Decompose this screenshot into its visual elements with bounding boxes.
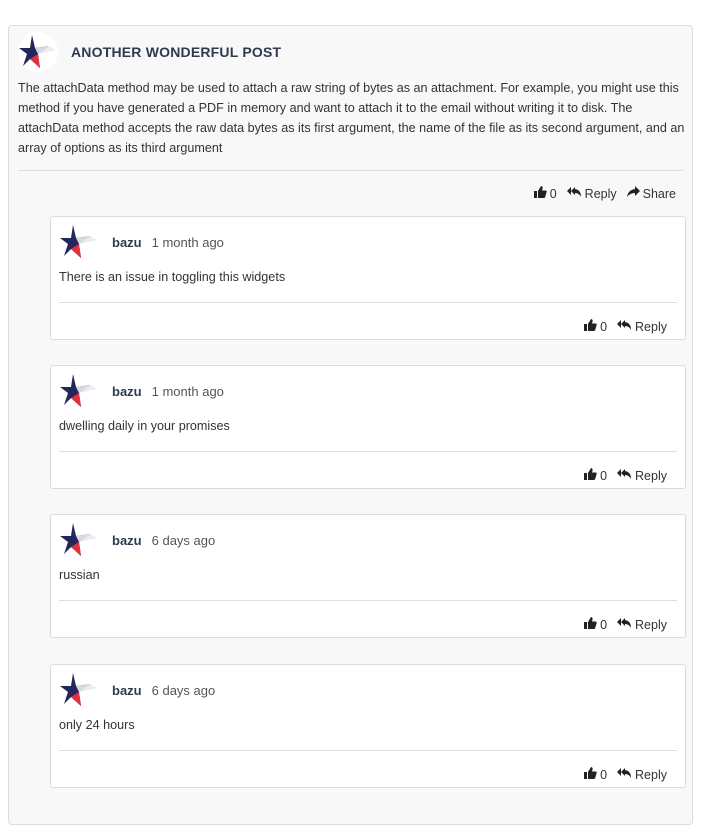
star-logo-icon bbox=[59, 670, 99, 710]
thumbs-up-icon bbox=[533, 186, 547, 201]
comment-header: bazu 6 days ago bbox=[59, 670, 215, 710]
comment-like-count: 0 bbox=[600, 468, 608, 483]
comment-like-count: 0 bbox=[600, 767, 608, 782]
comment-like-button[interactable]: 0 bbox=[584, 468, 607, 483]
comment-author[interactable]: bazu bbox=[112, 683, 142, 698]
comment-like-count: 0 bbox=[600, 617, 608, 632]
comment-card: bazu 1 month ago dwelling daily in your … bbox=[50, 365, 686, 489]
comment-card: bazu 6 days ago russian 0 Reply bbox=[50, 514, 686, 638]
comment-header: bazu 6 days ago bbox=[59, 520, 215, 560]
share-icon bbox=[626, 186, 640, 201]
post-card: ANOTHER WONDERFUL POST The attachData me… bbox=[8, 25, 693, 825]
comment-timestamp: 1 month ago bbox=[151, 383, 224, 399]
reply-all-icon bbox=[617, 617, 632, 632]
post-body: The attachData method may be used to att… bbox=[18, 81, 685, 155]
post-share-button[interactable]: Share bbox=[626, 186, 676, 201]
comment-like-button[interactable]: 0 bbox=[584, 617, 607, 632]
comment-reply-label: Reply bbox=[635, 767, 667, 782]
comment-text: There is an issue in toggling this widge… bbox=[59, 270, 286, 284]
comment-actions: 0 Reply bbox=[584, 319, 667, 334]
reply-all-icon bbox=[617, 468, 632, 483]
thumbs-up-icon bbox=[584, 617, 597, 632]
comment-actions: 0 Reply bbox=[584, 617, 667, 632]
post-title: ANOTHER WONDERFUL POST bbox=[71, 44, 282, 60]
comment-header: bazu 1 month ago bbox=[59, 222, 224, 262]
comment-divider bbox=[59, 750, 677, 751]
comment-reply-button[interactable]: Reply bbox=[617, 617, 667, 632]
comment-like-count: 0 bbox=[600, 319, 608, 334]
avatar[interactable] bbox=[18, 32, 58, 72]
comment-timestamp: 6 days ago bbox=[151, 532, 216, 548]
reply-all-icon bbox=[617, 767, 632, 782]
star-logo-icon bbox=[59, 371, 99, 411]
comment-reply-button[interactable]: Reply bbox=[617, 319, 667, 334]
comment-author[interactable]: bazu bbox=[112, 384, 142, 399]
post-reply-button[interactable]: Reply bbox=[566, 186, 617, 201]
avatar[interactable] bbox=[59, 222, 99, 262]
comment-reply-button[interactable]: Reply bbox=[617, 468, 667, 483]
post-divider bbox=[18, 170, 683, 171]
comment-text: russian bbox=[59, 568, 100, 582]
reply-all-icon bbox=[566, 186, 582, 201]
comment-divider bbox=[59, 451, 677, 452]
reply-all-icon bbox=[617, 319, 632, 334]
comment-text: only 24 hours bbox=[59, 718, 135, 732]
star-logo-icon bbox=[59, 222, 99, 262]
comment-author[interactable]: bazu bbox=[112, 235, 142, 250]
comment-actions: 0 Reply bbox=[584, 468, 667, 483]
post-like-count: 0 bbox=[549, 186, 557, 201]
star-logo-icon bbox=[18, 32, 58, 72]
star-logo-icon bbox=[59, 520, 99, 560]
thumbs-up-icon bbox=[584, 468, 597, 483]
comment-timestamp: 6 days ago bbox=[151, 682, 216, 698]
comment-header: bazu 1 month ago bbox=[59, 371, 224, 411]
avatar[interactable] bbox=[59, 670, 99, 710]
comment-like-button[interactable]: 0 bbox=[584, 767, 607, 782]
comment-text: dwelling daily in your promises bbox=[59, 419, 230, 433]
comment-timestamp: 1 month ago bbox=[151, 234, 224, 250]
post-like-button[interactable]: 0 bbox=[533, 186, 557, 201]
thumbs-up-icon bbox=[584, 319, 597, 334]
avatar[interactable] bbox=[59, 371, 99, 411]
thumbs-up-icon bbox=[584, 767, 597, 782]
comment-card: bazu 6 days ago only 24 hours 0 Reply bbox=[50, 664, 686, 788]
post-share-label: Share bbox=[642, 186, 676, 201]
post-reply-label: Reply bbox=[584, 186, 617, 201]
comment-actions: 0 Reply bbox=[584, 767, 667, 782]
post-header: ANOTHER WONDERFUL POST bbox=[18, 31, 281, 73]
comment-divider bbox=[59, 302, 677, 303]
post-actions: 0 Reply Share bbox=[533, 186, 676, 201]
comment-divider bbox=[59, 600, 677, 601]
comment-author[interactable]: bazu bbox=[112, 533, 142, 548]
avatar[interactable] bbox=[59, 520, 99, 560]
comment-card: bazu 1 month ago There is an issue in to… bbox=[50, 216, 686, 340]
comment-reply-label: Reply bbox=[635, 617, 667, 632]
comment-like-button[interactable]: 0 bbox=[584, 319, 607, 334]
comment-reply-label: Reply bbox=[635, 319, 667, 334]
comment-reply-label: Reply bbox=[635, 468, 667, 483]
comment-reply-button[interactable]: Reply bbox=[617, 767, 667, 782]
